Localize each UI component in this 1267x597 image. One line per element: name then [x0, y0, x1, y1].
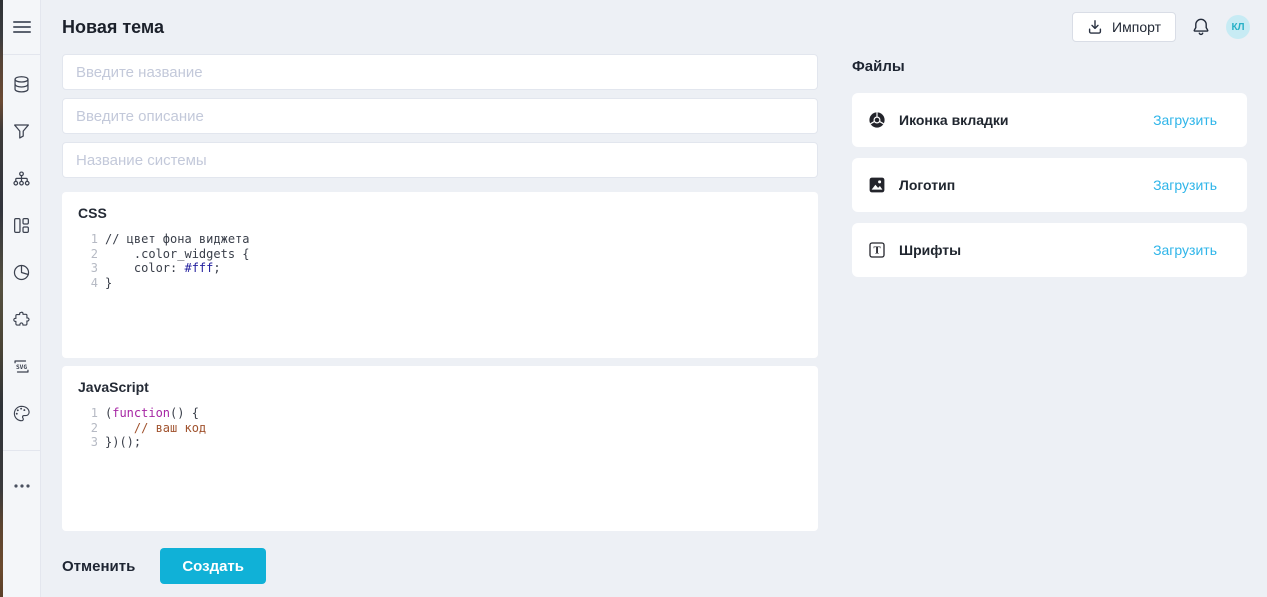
bell-icon — [1191, 17, 1211, 37]
theme-form: CSS 1// цвет фона виджета2 .color_widget… — [62, 54, 818, 584]
code-line: 2 // ваш код — [78, 421, 802, 436]
code-line: 4} — [78, 276, 802, 291]
filter-icon — [12, 122, 31, 141]
file-label: Шрифты — [899, 242, 961, 258]
topbar-actions: Импорт КЛ — [1072, 12, 1250, 42]
menu-icon — [13, 20, 31, 34]
code-line: 3})(); — [78, 435, 802, 450]
puzzle-icon — [12, 310, 31, 329]
file-card-tab-icon: Иконка вкладки Загрузить — [852, 93, 1247, 147]
menu-toggle-button[interactable] — [3, 0, 40, 55]
js-editor-title: JavaScript — [78, 379, 802, 395]
upload-logo-link[interactable]: Загрузить — [1153, 177, 1217, 193]
svg-icon: SVG — [12, 357, 31, 376]
upload-tab-icon-link[interactable]: Загрузить — [1153, 112, 1217, 128]
dashboard-icon — [12, 216, 31, 235]
code-line: 1// цвет фона виджета — [78, 232, 802, 247]
browser-tab-icon — [868, 111, 886, 129]
notifications-button[interactable] — [1191, 17, 1211, 37]
js-editor-panel: JavaScript 1(function() {2 // ваш код3})… — [62, 366, 818, 531]
file-label: Логотип — [899, 177, 955, 193]
more-icon — [13, 483, 31, 489]
palette-icon — [12, 404, 31, 423]
css-editor-title: CSS — [78, 205, 802, 221]
cancel-button[interactable]: Отменить — [62, 558, 135, 575]
image-icon — [868, 176, 886, 194]
file-label: Иконка вкладки — [899, 112, 1009, 128]
sidebar-item-structure[interactable] — [3, 155, 40, 202]
line-number: 2 — [78, 421, 98, 436]
sidebar-item-widgets[interactable] — [3, 296, 40, 343]
line-number: 1 — [78, 406, 98, 421]
pie-chart-icon — [12, 263, 31, 282]
create-button[interactable]: Создать — [160, 548, 266, 584]
main-area: Новая тема Импорт КЛ — [41, 0, 1267, 597]
svg-text:T: T — [873, 246, 880, 257]
sidebar-nav: SVG — [3, 55, 40, 437]
topbar: Новая тема Импорт КЛ — [41, 0, 1267, 54]
import-button-label: Импорт — [1112, 19, 1161, 35]
sidebar-item-dashboard[interactable] — [3, 202, 40, 249]
sidebar: SVG — [3, 0, 41, 597]
sidebar-item-data[interactable] — [3, 61, 40, 108]
css-code-area[interactable]: 1// цвет фона виджета2 .color_widgets {3… — [78, 232, 802, 290]
sidebar-item-theme[interactable] — [3, 390, 40, 437]
line-number: 2 — [78, 247, 98, 262]
line-number: 3 — [78, 261, 98, 276]
theme-name-input[interactable] — [62, 54, 818, 90]
svg-text:SVG: SVG — [16, 364, 27, 371]
import-icon — [1087, 19, 1103, 35]
content: CSS 1// цвет фона виджета2 .color_widget… — [41, 54, 1267, 584]
files-panel-title: Файлы — [852, 58, 1247, 75]
code-line: 2 .color_widgets { — [78, 247, 802, 262]
font-icon: T — [868, 241, 886, 259]
page-title: Новая тема — [62, 17, 164, 38]
footer-actions: Отменить Создать — [62, 548, 818, 584]
file-card-logo: Логотип Загрузить — [852, 158, 1247, 212]
code-line: 3 color: #fff; — [78, 261, 802, 276]
line-number: 4 — [78, 276, 98, 291]
line-number: 3 — [78, 435, 98, 450]
sidebar-item-svg[interactable]: SVG — [3, 343, 40, 390]
theme-description-input[interactable] — [62, 98, 818, 134]
file-card-fonts: T Шрифты Загрузить — [852, 223, 1247, 277]
line-number: 1 — [78, 232, 98, 247]
js-code-area[interactable]: 1(function() {2 // ваш код3})(); — [78, 406, 802, 450]
sidebar-item-more[interactable] — [3, 451, 40, 521]
system-name-input[interactable] — [62, 142, 818, 178]
sidebar-item-filters[interactable] — [3, 108, 40, 155]
window-edge — [0, 0, 3, 597]
files-panel: Файлы Иконка вкладки Загрузить — [852, 54, 1247, 584]
sidebar-item-charts[interactable] — [3, 249, 40, 296]
avatar[interactable]: КЛ — [1226, 15, 1250, 39]
import-button[interactable]: Импорт — [1072, 12, 1176, 42]
upload-fonts-link[interactable]: Загрузить — [1153, 242, 1217, 258]
sitemap-icon — [12, 170, 31, 188]
code-line: 1(function() { — [78, 406, 802, 421]
database-icon — [12, 75, 31, 94]
css-editor-panel: CSS 1// цвет фона виджета2 .color_widget… — [62, 192, 818, 358]
